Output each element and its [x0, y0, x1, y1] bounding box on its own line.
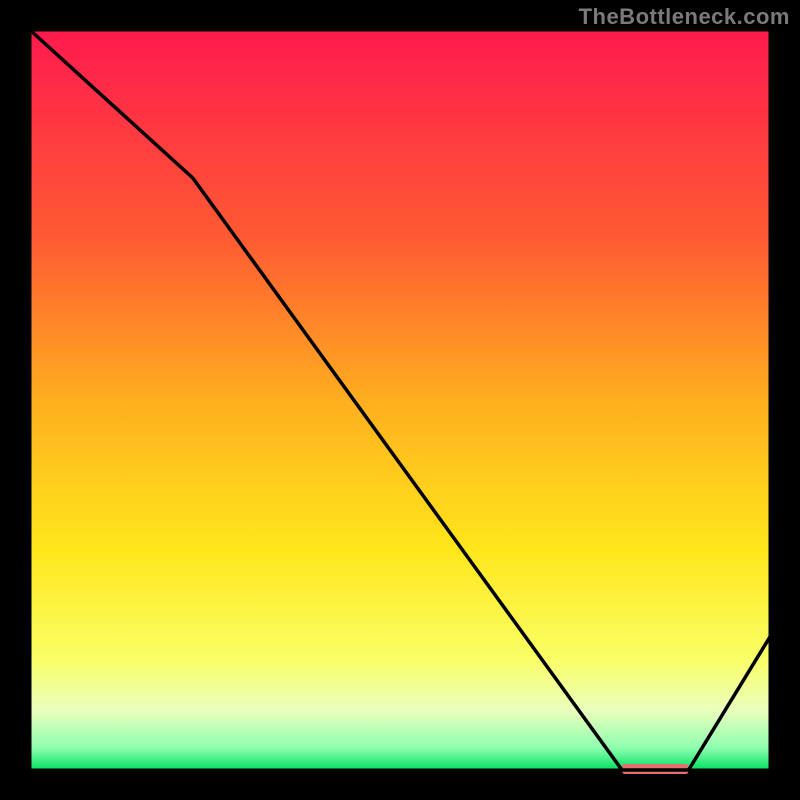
bottleneck-curve-chart: [0, 0, 800, 800]
watermark-text: TheBottleneck.com: [579, 4, 790, 30]
chart-container: TheBottleneck.com: [0, 0, 800, 800]
plot-background: [30, 30, 770, 770]
